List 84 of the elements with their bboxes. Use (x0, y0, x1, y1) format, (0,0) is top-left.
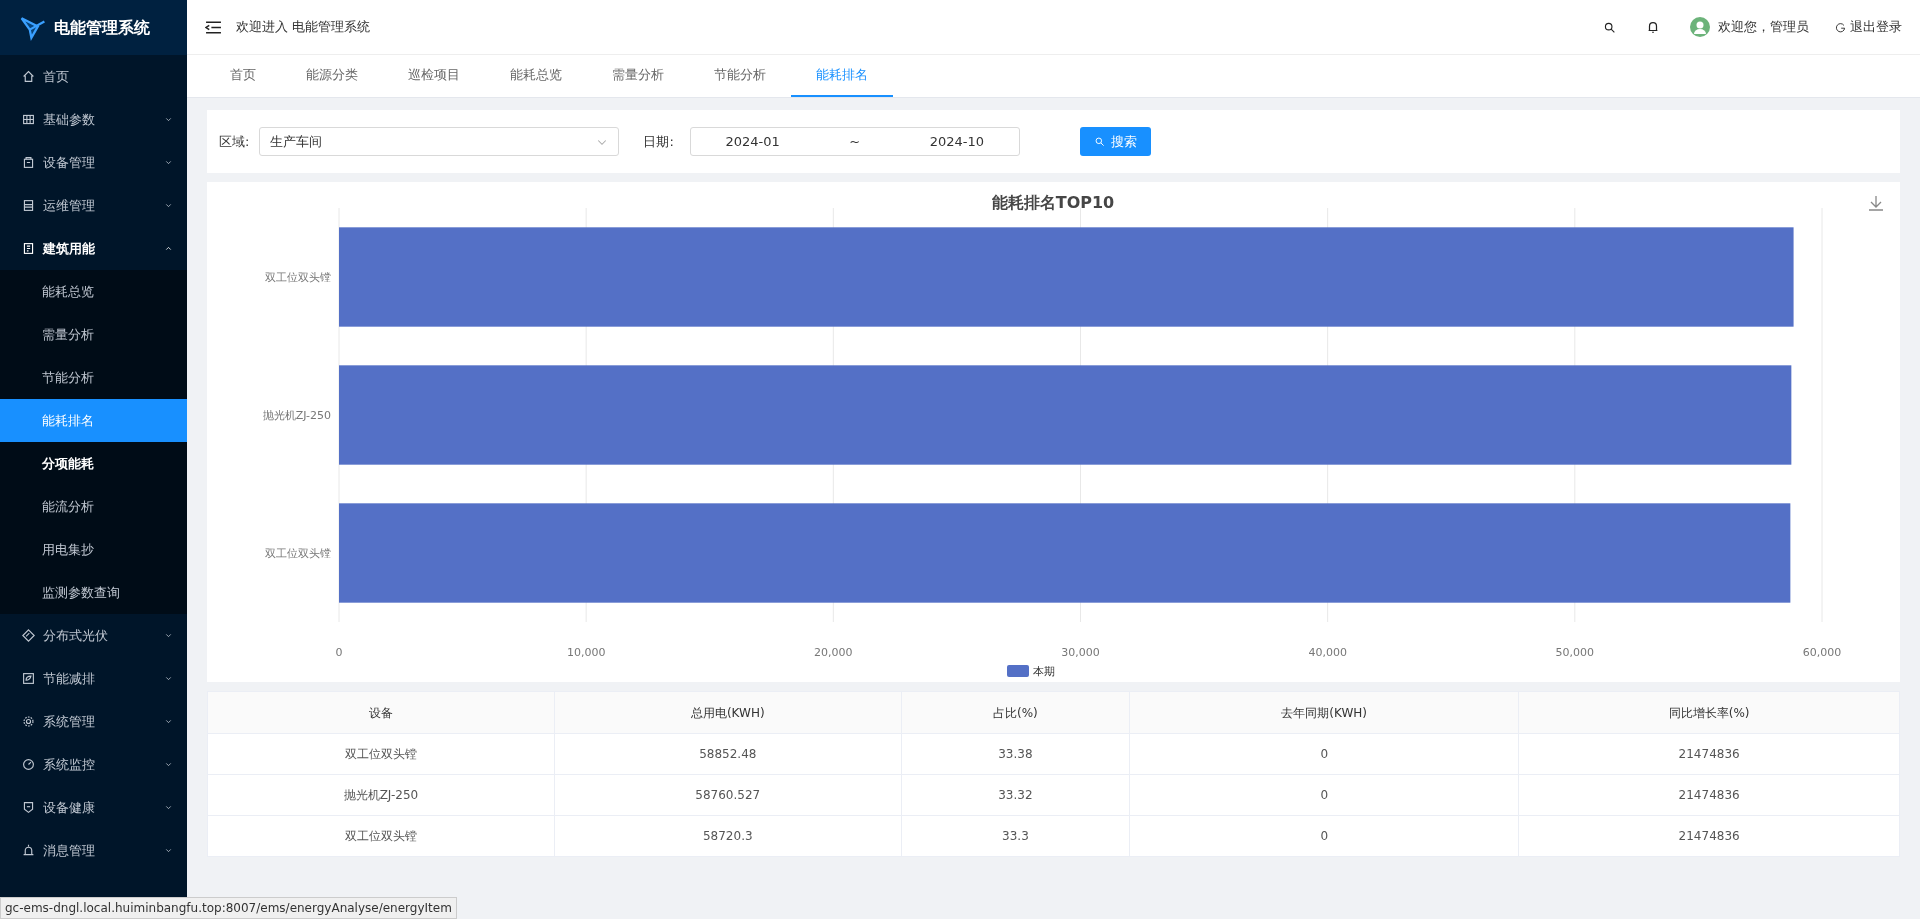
list-icon (22, 199, 35, 212)
sidebar-subitem[interactable]: 能流分析 (0, 485, 187, 528)
grid-icon (22, 113, 35, 126)
sidebar-subitem[interactable]: 用电集抄 (0, 528, 187, 571)
legend-label: 本期 (1033, 665, 1055, 678)
sidebar-item[interactable]: 首页 (0, 55, 187, 98)
column-header: 去年同期(KWH) (1129, 691, 1519, 734)
tab[interactable]: 能耗总览 (485, 55, 587, 97)
tab[interactable]: 首页 (205, 55, 281, 97)
table-cell: 21474836 (1518, 815, 1900, 857)
column-header: 设备 (207, 691, 555, 734)
search-icon[interactable] (1603, 20, 1616, 34)
sidebar-item[interactable]: 设备管理 (0, 141, 187, 184)
table-cell: 33.32 (901, 774, 1130, 816)
leaf-icon (22, 672, 35, 685)
sidebar-item[interactable]: 系统管理 (0, 700, 187, 743)
sidebar-subitem[interactable]: 能耗总览 (0, 270, 187, 313)
table-cell: 58760.527 (554, 774, 902, 816)
tab[interactable]: 节能分析 (689, 55, 791, 97)
category-label: 抛光机ZJ-250 (262, 409, 331, 422)
sidebar-item[interactable]: 建筑用能 (0, 227, 187, 270)
table-cell: 21474836 (1518, 774, 1900, 816)
tab[interactable]: 需量分析 (587, 55, 689, 97)
axis-tick-label: 50,000 (1555, 646, 1595, 659)
date-label: 日期: (643, 132, 674, 151)
tab[interactable]: 巡检项目 (383, 55, 485, 97)
category-label: 双工位双头镗 (265, 547, 331, 560)
column-header: 同比增长率(%) (1518, 691, 1900, 734)
area-label: 区域: (219, 132, 250, 151)
table-cell: 0 (1129, 815, 1519, 857)
table-cell: 双工位双头镗 (207, 815, 555, 857)
sidebar-item[interactable]: 消息管理 (0, 829, 187, 872)
sidebar-item[interactable]: 系统监控 (0, 743, 187, 786)
menu-icon[interactable] (205, 18, 222, 36)
gauge-icon (22, 758, 35, 771)
table-cell: 33.3 (901, 815, 1130, 857)
sidebar-item[interactable]: 分布式光伏 (0, 614, 187, 657)
table-cell: 0 (1129, 774, 1519, 816)
app-title: 电能管理系统 (54, 16, 150, 39)
user-greeting: 欢迎您，管理员 (1718, 18, 1809, 37)
column-header: 占比(%) (901, 691, 1130, 734)
table-cell: 0 (1129, 733, 1519, 775)
table-cell: 58720.3 (554, 815, 902, 857)
table-cell: 抛光机ZJ-250 (207, 774, 555, 816)
axis-tick-label: 40,000 (1308, 646, 1347, 659)
table-cell: 33.38 (901, 733, 1130, 775)
download-icon[interactable] (1868, 195, 1884, 211)
table-cell: 21474836 (1518, 733, 1900, 775)
axis-tick-label: 0 (335, 646, 343, 659)
bird-logo-icon (20, 14, 46, 41)
bell-icon[interactable] (1646, 20, 1660, 34)
status-url: gc-ems-dngl.local.huiminbangfu.top:8007/ems/energyAnalyse/energyItem (0, 897, 457, 919)
area-select[interactable]: 生产车间 (259, 127, 620, 156)
sidebar-item[interactable]: 设备健康 (0, 786, 187, 829)
axis-tick-label: 30,000 (1061, 646, 1100, 659)
search-icon (1093, 136, 1105, 147)
home-icon (22, 70, 35, 83)
legend-swatch (1007, 665, 1029, 677)
sidebar-subitem[interactable]: 监测参数查询 (0, 571, 187, 614)
shield-icon (22, 801, 35, 814)
logout-link[interactable]: 退出登录 (1835, 17, 1902, 37)
tab[interactable]: 能源分类 (281, 55, 383, 97)
sidebar-item[interactable]: 节能减排 (0, 657, 187, 700)
building-icon (22, 242, 35, 255)
sidebar-item[interactable]: 运维管理 (0, 184, 187, 227)
device-icon (22, 156, 35, 169)
category-label: 双工位双头镗 (265, 271, 331, 284)
axis-tick-label: 60,000 (1802, 646, 1842, 659)
avatar-icon (1690, 17, 1710, 37)
alarm-icon (22, 844, 35, 857)
sidebar-subitem[interactable]: 节能分析 (0, 356, 187, 399)
welcome-text: 欢迎进入 电能管理系统 (236, 18, 371, 37)
date-range-field[interactable]: 2024-01 ~ 2024-10 (689, 127, 1020, 156)
chart-title: 能耗排名TOP10 (991, 193, 1115, 212)
gear-icon (22, 715, 35, 728)
table-cell: 双工位双头镗 (207, 733, 555, 775)
sidebar-subitem[interactable]: 需量分析 (0, 313, 187, 356)
column-header: 总用电(KWH) (554, 691, 902, 734)
sidebar-item[interactable]: 基础参数 (0, 98, 187, 141)
axis-tick-label: 20,000 (814, 646, 853, 659)
axis-tick-label: 10,000 (566, 646, 606, 659)
sidebar-subitem[interactable]: 分项能耗 (0, 442, 187, 485)
table-cell: 58852.48 (554, 733, 902, 775)
refresh-icon (1835, 21, 1846, 33)
